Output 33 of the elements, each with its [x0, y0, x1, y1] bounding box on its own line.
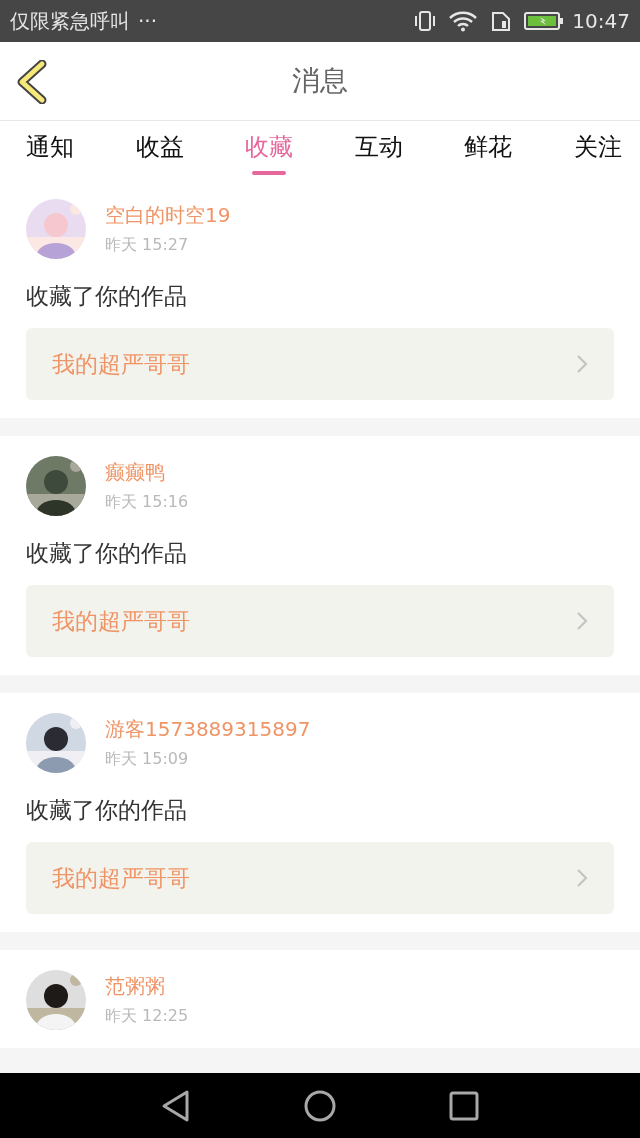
tab[interactable]: 收藏 — [233, 121, 306, 179]
user-name[interactable]: 游客1573889315897 — [105, 716, 311, 743]
message-text: 收藏了你的作品 — [26, 282, 188, 311]
user-name[interactable]: 癫癫鸭 — [105, 459, 189, 486]
tab[interactable]: 通知 — [14, 121, 86, 179]
tab[interactable]: 收益 — [123, 121, 196, 179]
user-name[interactable]: 空白的时空19 — [105, 202, 231, 229]
timestamp: 昨天 12:25 — [105, 1006, 189, 1027]
tab[interactable]: 互动 — [342, 121, 415, 179]
chevron-icon — [576, 868, 588, 888]
clock: 10:47 — [572, 9, 630, 33]
home-nav-button[interactable] — [303, 1088, 337, 1123]
timestamp: 昨天 15:09 — [105, 749, 190, 770]
message-text: 收藏了你的作品 — [26, 796, 188, 825]
tab[interactable]: 鲜花 — [452, 121, 525, 179]
page-title: 消息 — [292, 63, 348, 99]
back-button[interactable] — [16, 60, 48, 104]
user-name[interactable]: 范粥粥 — [105, 973, 189, 1000]
work-link[interactable]: 我的超严哥哥 — [26, 842, 614, 914]
chevron-icon — [576, 354, 588, 374]
timestamp: 昨天 15:16 — [105, 492, 189, 513]
battery-icon — [524, 11, 565, 31]
work-link[interactable]: 我的超严哥哥 — [26, 585, 614, 657]
tab[interactable]: 关注 — [561, 121, 634, 179]
timestamp: 昨天 15:27 — [105, 235, 190, 256]
chevron-icon — [576, 611, 588, 631]
more-indicator: ··· — [138, 9, 158, 33]
message-text: 收藏了你的作品 — [26, 539, 188, 568]
wifi-icon — [448, 10, 479, 32]
sim-icon — [490, 10, 513, 32]
work-link[interactable]: 我的超严哥哥 — [26, 328, 614, 400]
status-text: 仅限紧急呼叫 — [10, 7, 130, 35]
vibrate-icon — [414, 10, 437, 32]
